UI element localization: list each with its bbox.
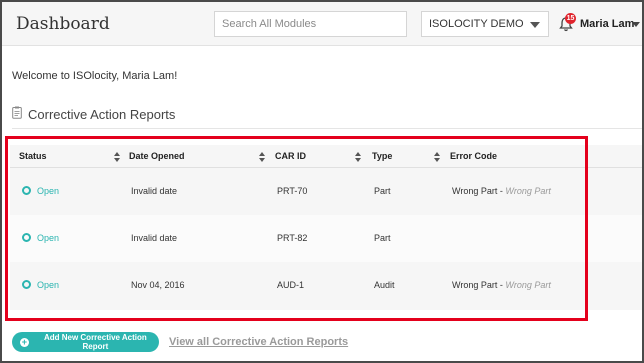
page-title: Dashboard — [16, 14, 110, 34]
chevron-down-icon — [530, 22, 540, 28]
section-divider — [12, 128, 642, 129]
user-menu[interactable]: Maria Lam — [580, 18, 634, 30]
top-bar: Dashboard ISOLOCITY DEMO 15 Maria Lam — [2, 2, 642, 46]
highlight-box — [5, 136, 588, 321]
clipboard-icon — [12, 106, 22, 119]
plus-icon: + — [20, 336, 29, 347]
search-input[interactable] — [214, 11, 407, 37]
notification-badge: 15 — [565, 13, 576, 24]
organization-select-value: ISOLOCITY DEMO — [429, 18, 524, 30]
organization-select[interactable]: ISOLOCITY DEMO — [421, 11, 549, 37]
add-car-button[interactable]: + Add New Corrective Action Report — [12, 332, 159, 352]
section-title: Corrective Action Reports — [28, 107, 176, 122]
add-car-button-label: Add New Corrective Action Report — [43, 333, 147, 351]
chevron-down-icon[interactable] — [632, 22, 640, 27]
view-all-car-link[interactable]: View all Corrective Action Reports — [169, 336, 348, 348]
welcome-message: Welcome to ISOlocity, Maria Lam! — [12, 70, 178, 82]
